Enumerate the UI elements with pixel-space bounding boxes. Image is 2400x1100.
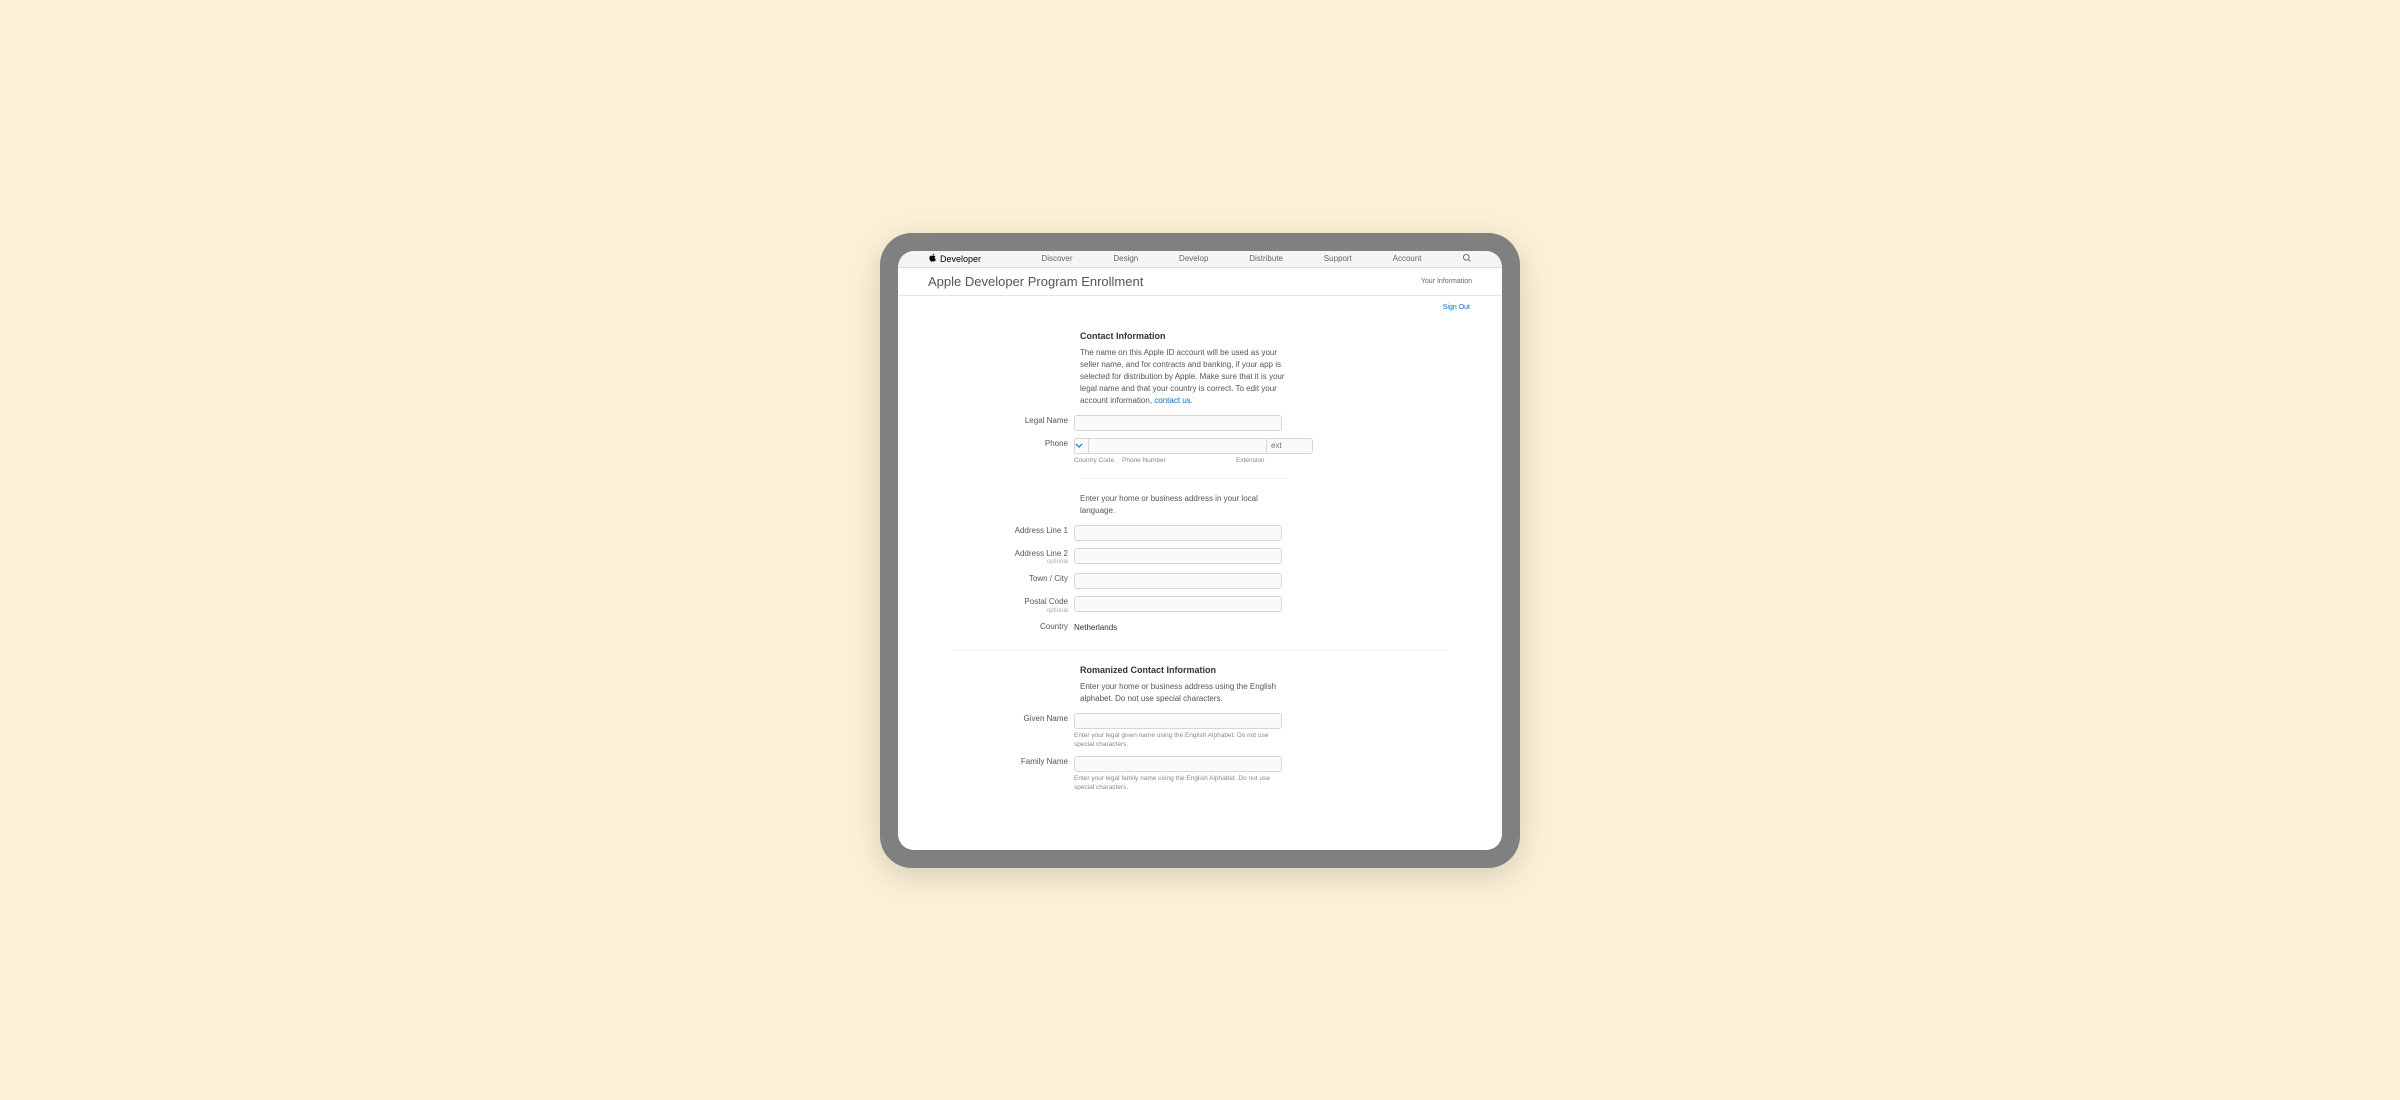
nav-items: Discover Design Develop Distribute Suppo… xyxy=(981,254,1462,263)
top-nav: Developer Discover Design Develop Distri… xyxy=(898,251,1502,268)
legal-name-label: Legal Name xyxy=(954,415,1074,426)
family-label: Family Name xyxy=(954,756,1074,767)
row-city: Town / City xyxy=(954,573,1446,589)
row-given: Given Name Enter your legal given name u… xyxy=(954,713,1446,749)
sub-phone-number: Phone Number xyxy=(1120,457,1236,464)
sub-country-code: Country Code xyxy=(1074,457,1120,464)
roman-title: Romanized Contact Information xyxy=(1080,665,1446,675)
breadcrumb: Your Information xyxy=(1421,278,1472,285)
phone-label: Phone xyxy=(954,438,1074,449)
nav-design[interactable]: Design xyxy=(1113,254,1138,263)
separator xyxy=(1080,478,1288,479)
sub-header: Apple Developer Program Enrollment Your … xyxy=(898,268,1502,296)
city-label: Town / City xyxy=(954,573,1074,584)
row-addr2: Address Line 2optional xyxy=(954,548,1446,566)
roman-section: Romanized Contact Information Enter your… xyxy=(954,665,1446,792)
family-name-input[interactable] xyxy=(1074,756,1282,772)
phone-number-input[interactable] xyxy=(1089,438,1267,454)
legal-name-input[interactable] xyxy=(1074,415,1282,431)
country-code-select[interactable] xyxy=(1074,438,1089,454)
chevron-down-icon xyxy=(1075,441,1083,450)
contact-section: Contact Information The name on this App… xyxy=(954,331,1446,633)
row-addr1: Address Line 1 xyxy=(954,525,1446,541)
row-postal: Postal Codeoptional xyxy=(954,596,1446,614)
addr2-input[interactable] xyxy=(1074,548,1282,564)
given-label: Given Name xyxy=(954,713,1074,724)
given-name-input[interactable] xyxy=(1074,713,1282,729)
brand-label: Developer xyxy=(940,254,981,264)
nav-account[interactable]: Account xyxy=(1393,254,1422,263)
nav-support[interactable]: Support xyxy=(1324,254,1352,263)
given-hint: Enter your legal given name using the En… xyxy=(1074,732,1274,749)
search-button[interactable] xyxy=(1462,253,1472,265)
phone-sublabels: Country Code Phone Number Extension xyxy=(1074,457,1282,464)
row-phone: Phone Country Code xyxy=(954,438,1446,464)
row-country: Country Netherlands xyxy=(954,621,1446,632)
country-label: Country xyxy=(954,621,1074,632)
family-hint: Enter your legal family name using the E… xyxy=(1074,775,1274,792)
screen: Developer Discover Design Develop Distri… xyxy=(898,251,1502,850)
postal-input[interactable] xyxy=(1074,596,1282,612)
roman-intro: Enter your home or business address usin… xyxy=(1080,681,1288,705)
country-value: Netherlands xyxy=(1074,621,1282,632)
brand[interactable]: Developer xyxy=(928,253,981,264)
nav-distribute[interactable]: Distribute xyxy=(1249,254,1283,263)
postal-label: Postal Codeoptional xyxy=(954,596,1074,614)
city-input[interactable] xyxy=(1074,573,1282,589)
contact-title: Contact Information xyxy=(1080,331,1446,341)
sign-out-link[interactable]: Sign Out xyxy=(1443,304,1470,311)
content: Contact Information The name on this App… xyxy=(898,311,1502,793)
row-family: Family Name Enter your legal family name… xyxy=(954,756,1446,792)
device-frame: Developer Discover Design Develop Distri… xyxy=(880,233,1520,868)
phone-ext-input[interactable] xyxy=(1267,438,1313,454)
nav-discover[interactable]: Discover xyxy=(1041,254,1072,263)
addr1-input[interactable] xyxy=(1074,525,1282,541)
sub-extension: Extension xyxy=(1236,457,1282,464)
address-intro: Enter your home or business address in y… xyxy=(1080,493,1288,517)
contact-us-link[interactable]: contact us xyxy=(1154,396,1190,405)
section-separator xyxy=(954,650,1446,651)
addr2-label: Address Line 2optional xyxy=(954,548,1074,566)
apple-icon xyxy=(928,253,937,264)
row-legal-name: Legal Name xyxy=(954,415,1446,431)
page-title: Apple Developer Program Enrollment xyxy=(928,274,1143,289)
nav-develop[interactable]: Develop xyxy=(1179,254,1208,263)
addr1-label: Address Line 1 xyxy=(954,525,1074,536)
phone-group xyxy=(1074,438,1282,454)
contact-intro: The name on this Apple ID account will b… xyxy=(1080,347,1288,407)
search-icon xyxy=(1462,256,1472,265)
signout-row: Sign Out xyxy=(898,296,1502,311)
